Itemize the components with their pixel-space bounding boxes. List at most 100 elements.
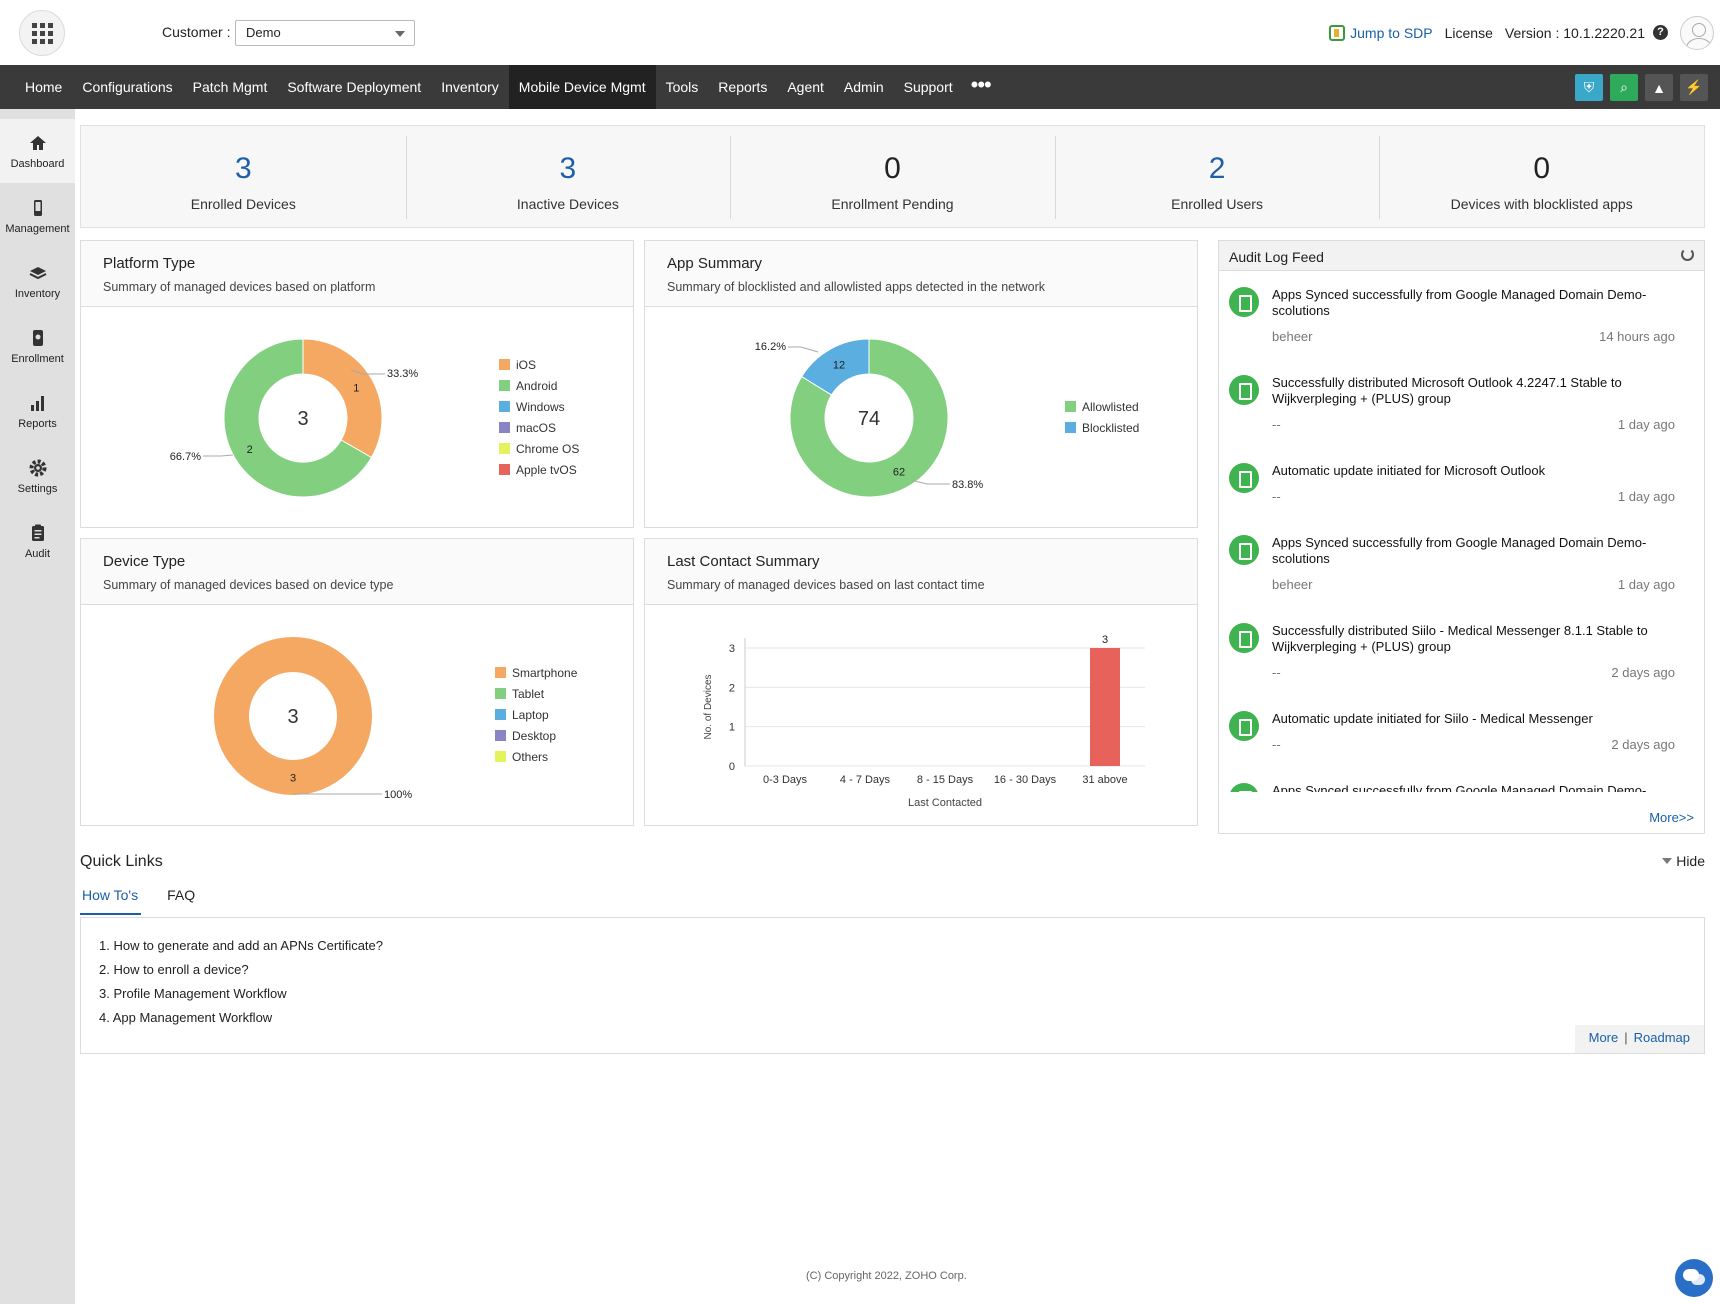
bar-31-above[interactable] [1090,648,1120,766]
quick-link-item[interactable]: 1. How to generate and add an APNs Certi… [99,938,383,962]
nav-item-agent[interactable]: Agent [777,65,834,109]
hide-toggle[interactable]: Hide [1662,853,1705,869]
slice-percent-label: 66.7% [170,451,201,463]
audit-entry-user: -- [1272,417,1281,432]
legend-item-tablet[interactable]: Tablet [495,683,577,704]
slice-ios[interactable] [302,338,383,459]
kpi-enrolled-users[interactable]: 2 Enrolled Users [1054,126,1380,227]
legend-item-allowlisted[interactable]: Allowlisted [1065,396,1139,417]
legend-item-windows[interactable]: Windows [499,396,579,417]
jump-to-sdp-link[interactable]: Jump to SDP [1350,25,1432,41]
kpi-enrolled-devices[interactable]: 3 Enrolled Devices [81,126,406,227]
hide-label: Hide [1676,853,1705,869]
nav-item-mobile-device-mgmt[interactable]: Mobile Device Mgmt [508,65,656,109]
legend-swatch [495,730,506,741]
audit-entry[interactable]: Successfully distributed Microsoft Outlo… [1229,375,1689,455]
kpi-value: 3 [234,152,252,185]
tab-faq[interactable]: FAQ [165,887,198,915]
nav-item-home[interactable]: Home [15,65,72,109]
customer-select[interactable]: Demo [235,20,415,46]
more-icon[interactable]: ••• [963,65,999,109]
audit-entry[interactable]: Apps Synced successfully from Google Man… [1229,535,1689,615]
sidebar-item-management[interactable]: Management [0,184,75,248]
legend-item-apple-tvos[interactable]: Apple tvOS [499,459,579,480]
avatar[interactable] [1680,15,1714,50]
sidebar-item-inventory[interactable]: Inventory [0,249,75,313]
tab-how-tos[interactable]: How To's [80,887,142,915]
legend-swatch [495,688,506,699]
kpi-inactive-devices[interactable]: 3 Inactive Devices [405,126,731,227]
refresh-icon[interactable] [1681,248,1694,261]
card-subtitle: Summary of managed devices based on last… [667,578,985,592]
legend-swatch [499,443,510,454]
card-subtitle: Summary of blocklisted and allowlisted a… [667,280,1045,294]
audit-list[interactable]: Apps Synced successfully from Google Man… [1219,272,1704,792]
nav-item-admin[interactable]: Admin [834,65,894,109]
kpi-devices-with-blocklisted-apps[interactable]: 0 Devices with blocklisted apps [1379,126,1704,227]
sdp-icon [1329,24,1346,41]
audit-entry-text: Apps Synced successfully from Google Man… [1272,287,1647,318]
quick-link-item[interactable]: 3. Profile Management Workflow [99,986,383,1010]
sidebar-item-reports[interactable]: Reports [0,379,75,443]
y-tick-label: 0 [729,761,735,773]
search-icon[interactable]: ⌕ [1610,74,1638,101]
nav-item-tools[interactable]: Tools [656,65,709,109]
kpi-value: 3 [559,152,577,185]
audit-entry-text: Automatic update initiated for Siilo - M… [1272,711,1593,726]
lightning-icon[interactable]: ⚡ [1680,74,1708,101]
card-subtitle: Summary of managed devices based on plat… [103,280,376,294]
legend-item-blocklisted[interactable]: Blocklisted [1065,417,1139,438]
legend-item-chrome-os[interactable]: Chrome OS [499,438,579,459]
legend-item-laptop[interactable]: Laptop [495,704,577,725]
last-contact-bar-chart: 0 1 2 3 0-3 Days 4 - 7 Days 8 - 15 Days 16 - 30… [703,634,1145,809]
legend-item-android[interactable]: Android [499,375,579,396]
kpi-value: 2 [1208,152,1226,185]
chevron-down-icon [395,31,405,37]
quick-link-item[interactable]: 4. App Management Workflow [99,1010,383,1034]
sidebar-item-dashboard[interactable]: Dashboard [0,119,75,183]
device-type-card: Device Type Summary of managed devices b… [80,538,634,826]
legend-item-macos[interactable]: macOS [499,417,579,438]
audit-entry[interactable]: Automatic update initiated for Siilo - M… [1229,711,1689,791]
audit-entry[interactable]: Successfully distributed Siilo - Medical… [1229,623,1689,703]
kpi-label: Enrolled Devices [190,196,296,212]
legend-item-others[interactable]: Others [495,746,577,767]
sidebar-item-enrollment[interactable]: Enrollment [0,314,75,378]
nav-item-patch-mgmt[interactable]: Patch Mgmt [183,65,278,109]
more-link[interactable]: More [1589,1030,1619,1045]
quick-link-item[interactable]: 2. How to enroll a device? [99,962,383,986]
card-title: Last Contact Summary [667,553,820,570]
sidebar-item-audit[interactable]: Audit [0,509,75,573]
nav-item-support[interactable]: Support [894,65,963,109]
app-sync-icon [1229,463,1259,493]
rocket-icon[interactable]: ▲ [1645,74,1673,101]
audit-entry[interactable]: Apps Synced successfully from Google Man… [1229,783,1689,792]
app-launcher-button[interactable] [19,10,65,56]
nav-item-configurations[interactable]: Configurations [72,65,182,109]
donut-center-value: 3 [287,706,298,728]
sidebar-item-settings[interactable]: Settings [0,444,75,508]
nav-item-software-deployment[interactable]: Software Deployment [277,65,431,109]
y-axis-title: No. of Devices [703,674,714,739]
legend-item-smartphone[interactable]: Smartphone [495,662,577,683]
audit-more-link[interactable]: More>> [1649,810,1694,825]
license-link[interactable]: License [1445,25,1493,41]
slice-value-label: 12 [833,359,845,371]
shield-icon[interactable]: ⛨ [1575,74,1603,101]
help-icon[interactable]: ? [1653,25,1668,40]
roadmap-link[interactable]: Roadmap [1634,1030,1690,1045]
chat-icon[interactable] [1675,1259,1713,1297]
nav-item-inventory[interactable]: Inventory [431,65,509,109]
audit-entry[interactable]: Automatic update initiated for Microsoft… [1229,463,1689,543]
nav-item-reports[interactable]: Reports [708,65,777,109]
bar-value-label: 3 [1102,634,1108,646]
audit-entry[interactable]: Apps Synced successfully from Google Man… [1229,287,1689,367]
home-icon [29,136,46,150]
legend-label: Laptop [512,707,549,722]
legend-item-ios[interactable]: iOS [499,354,579,375]
legend-label: Windows [516,399,565,414]
donut-center-value: 3 [297,408,308,430]
legend-item-desktop[interactable]: Desktop [495,725,577,746]
kpi-enrollment-pending[interactable]: 0 Enrollment Pending [730,126,1055,227]
kpi-strip: 3 Enrolled Devices 3 Inactive Devices 0 Enrol… [80,125,1705,228]
